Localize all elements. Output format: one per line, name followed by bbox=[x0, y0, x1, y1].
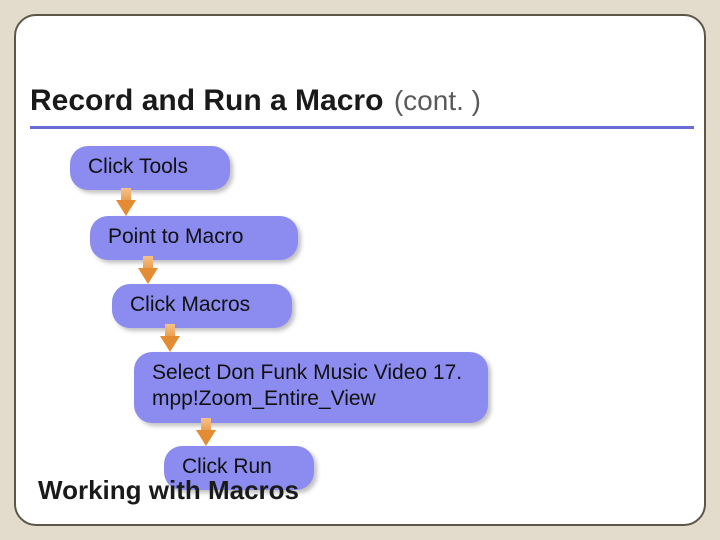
arrow-down-icon bbox=[116, 188, 136, 218]
slide-card: Record and Run a Macro (cont. ) Click To… bbox=[14, 14, 706, 526]
title-main: Record and Run a Macro bbox=[30, 84, 383, 117]
title-underline bbox=[30, 126, 694, 129]
arrow-down-icon bbox=[196, 418, 216, 448]
step-box: Point to Macro bbox=[90, 216, 298, 260]
title-continued: (cont. ) bbox=[394, 85, 481, 116]
step-label: Click Macros bbox=[130, 293, 250, 316]
step-label: Point to Macro bbox=[108, 225, 243, 248]
footer-title: Working with Macros bbox=[38, 475, 299, 506]
arrow-down-icon bbox=[160, 324, 180, 354]
step-box: Click Macros bbox=[112, 284, 292, 328]
step-label: Select Don Funk Music Video 17. mpp!Zoom… bbox=[152, 361, 462, 410]
step-box: Select Don Funk Music Video 17. mpp!Zoom… bbox=[134, 352, 488, 423]
slide-title: Record and Run a Macro (cont. ) bbox=[30, 84, 690, 118]
step-label: Click Tools bbox=[88, 155, 188, 178]
step-box: Click Tools bbox=[70, 146, 230, 190]
arrow-down-icon bbox=[138, 256, 158, 286]
